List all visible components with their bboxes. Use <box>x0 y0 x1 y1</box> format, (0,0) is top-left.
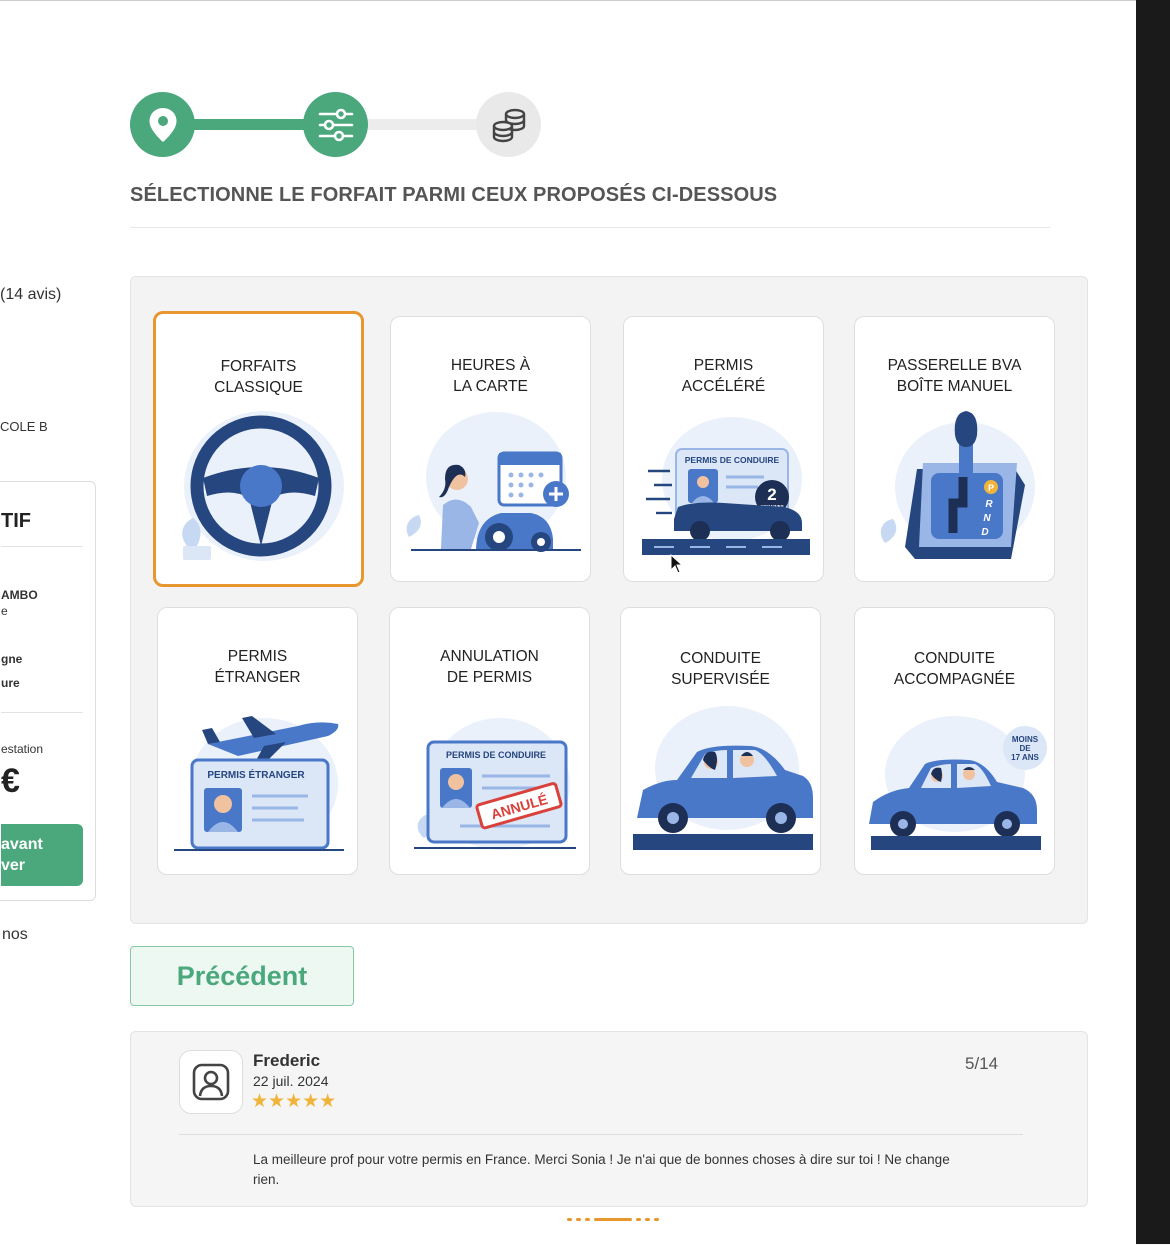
review-pagination[interactable] <box>567 1218 659 1222</box>
package-label: CONDUITE <box>680 650 761 667</box>
package-permis-accelere[interactable]: PERMIS ACCÉLÉRÉ PERMIS DE CONDUIRE 2 SEMA… <box>623 316 824 582</box>
package-forfaits-classique[interactable]: FORFAITS CLASSIQUE <box>153 311 364 587</box>
gear-n: N <box>983 513 991 524</box>
package-label: LA CARTE <box>453 378 528 395</box>
package-label: SUPERVISÉE <box>671 671 770 688</box>
step-location[interactable] <box>130 92 195 157</box>
calendar-driver-icon <box>406 412 581 552</box>
age-bubble-line3: 17 ANS <box>1011 753 1039 762</box>
divider <box>1 546 83 547</box>
school-label: COLE B <box>0 419 48 434</box>
summary-line: ure <box>1 676 20 690</box>
reviewer-name: Frederic <box>253 1051 321 1070</box>
reserve-button[interactable]: avant ver <box>1 824 83 886</box>
package-label: DE PERMIS <box>446 669 533 686</box>
package-conduite-accompagnee[interactable]: CONDUITE ACCOMPAGNÉE MOINS DE 17 ANS <box>854 607 1055 875</box>
license-card-title: PERMIS DE CONDUIRE <box>685 455 780 465</box>
review-stars: ★★★★★ <box>251 1091 337 1112</box>
page-title: SÉLECTIONNE LE FORFAIT PARMI CEUX PROPOS… <box>130 184 778 206</box>
package-label: PERMIS <box>693 357 754 374</box>
price-value: € <box>1 762 20 800</box>
coins-icon <box>492 108 525 142</box>
packages-panel: FORFAITS CLASSIQUE HEURES À LA CARTE PER… <box>130 276 1088 924</box>
airplane-license-icon: PERMIS ÉTRANGER <box>174 716 344 851</box>
age-bubble-line2: DE <box>1019 744 1031 753</box>
gear-p: P <box>988 483 994 493</box>
sliders-icon <box>318 108 353 141</box>
package-label: ACCÉLÉRÉ <box>681 378 766 395</box>
review-text: La meilleure prof pour votre permis en F… <box>253 1152 950 1187</box>
step-options[interactable] <box>303 92 368 157</box>
divider <box>179 1134 1023 1135</box>
package-label: BOÎTE MANUEL <box>896 378 1013 395</box>
map-pin-icon <box>149 107 176 142</box>
review-card: Frederic 22 juil. 2024 ★★★★★ 5/14 La mei… <box>130 1031 1088 1207</box>
fast-car-icon: PERMIS DE CONDUIRE 2 SEMAINES <box>642 417 810 555</box>
license-card-title: PERMIS DE CONDUIRE <box>446 750 546 760</box>
summary-line: gne <box>1 652 23 666</box>
gear-d: D <box>981 527 988 538</box>
gear-shift-icon: P R N D <box>880 411 1035 559</box>
reserve-button-label: ver <box>1 857 26 874</box>
attestation-label: estation <box>1 742 44 756</box>
pagination-dot-active[interactable] <box>594 1218 632 1221</box>
package-label: PASSERELLE BVA <box>887 357 1022 374</box>
previous-button[interactable]: Précédent <box>130 946 354 1006</box>
pagination-dot[interactable] <box>645 1218 650 1221</box>
cancelled-license-icon: PERMIS DE CONDUIRE ANNULÉ <box>414 718 576 850</box>
summary-card: TIF AMBO e gne ure estation € avant ver <box>0 481 96 901</box>
package-label: PERMIS <box>227 648 288 665</box>
review-counter: 5/14 <box>965 1054 999 1073</box>
package-label: CONDUITE <box>914 650 995 667</box>
package-heures-a-la-carte[interactable]: HEURES À LA CARTE <box>390 316 591 582</box>
user-icon <box>192 1063 230 1101</box>
package-label: ÉTRANGER <box>214 669 301 686</box>
mouse-cursor-icon <box>670 554 684 574</box>
package-permis-etranger[interactable]: PERMIS ÉTRANGER PERMIS ÉTRANGER <box>157 607 358 875</box>
pagination-dot[interactable] <box>585 1218 590 1221</box>
package-conduite-supervisee[interactable]: CONDUITE SUPERVISÉE <box>620 607 821 875</box>
review-date: 22 juil. 2024 <box>253 1073 329 1089</box>
badge-number: 2 <box>767 485 776 504</box>
package-passerelle-bva[interactable]: PASSERELLE BVA BOÎTE MANUEL P R N D <box>854 316 1055 582</box>
package-label: ANNULATION <box>440 648 539 665</box>
pagination-dot[interactable] <box>636 1218 641 1221</box>
pagination-dot[interactable] <box>576 1218 581 1221</box>
page: (14 avis) COLE B TIF AMBO e gne ure esta… <box>0 0 1136 1245</box>
pagination-dot[interactable] <box>654 1218 659 1221</box>
summary-line: e <box>1 604 8 618</box>
stepper-progress-line <box>190 119 310 130</box>
pagination-dot[interactable] <box>567 1218 572 1221</box>
package-label: CLASSIQUE <box>214 379 303 396</box>
stepper-pending-line <box>362 119 482 130</box>
age-bubble-line1: MOINS <box>1012 735 1039 744</box>
car-two-people-icon <box>633 706 813 850</box>
summary-line: AMBO <box>1 588 38 602</box>
divider <box>130 227 1050 228</box>
window-edge <box>1136 0 1170 1244</box>
step-payment[interactable] <box>476 92 541 157</box>
package-label: HEURES À <box>450 357 531 374</box>
avatar <box>179 1050 243 1114</box>
summary-header: TIF <box>1 510 31 532</box>
car-accompanied-icon: MOINS DE 17 ANS <box>869 716 1047 850</box>
package-label: ACCOMPAGNÉE <box>893 671 1016 688</box>
sidebar-bottom-text: nos <box>2 926 28 943</box>
package-label: FORFAITS <box>220 358 297 375</box>
license-card-title: PERMIS ÉTRANGER <box>207 768 305 781</box>
package-annulation-de-permis[interactable]: ANNULATION DE PERMIS PERMIS DE CONDUIRE A… <box>389 607 590 875</box>
reserve-button-label: avant <box>1 836 43 853</box>
reviews-count: (14 avis) <box>0 286 62 303</box>
gear-r: R <box>985 499 993 510</box>
divider <box>1 712 83 713</box>
steering-wheel-icon <box>182 411 344 561</box>
